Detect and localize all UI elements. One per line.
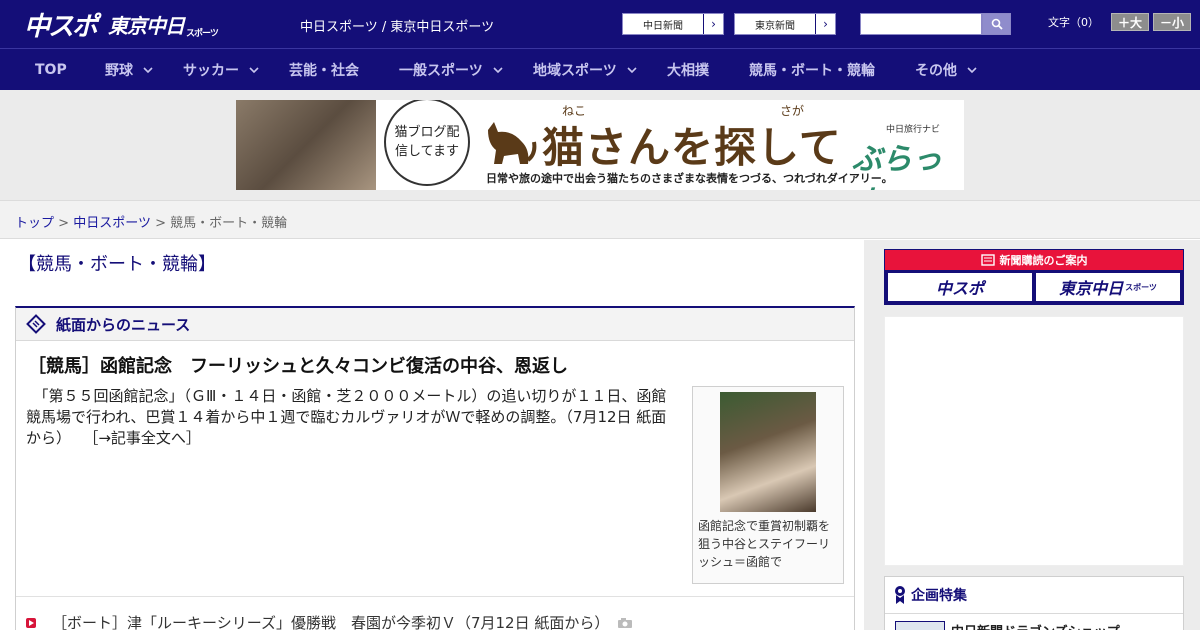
article-summary: 「第５５回函館記念」（ＧⅢ・１４日・函館・芝２０００メートル）の追い切りが１１日… [26, 387, 667, 447]
font-bigger-button[interactable]: ＋大 [1111, 13, 1149, 31]
jockey-horse-photo [720, 392, 816, 512]
article-photo[interactable]: 函館記念で重賞初制覇を狙う中谷とステイフーリッシュ＝函館で [692, 386, 844, 584]
cat-photo [236, 100, 376, 190]
feature-heading: 企画特集 [885, 577, 1183, 614]
top-header: 中スポ 東京中日 スポーツ 中日スポーツ / 東京中日スポーツ 中日新聞 › 東京… [0, 0, 1200, 48]
nav-keiba-boat-keirin[interactable]: 競馬・ボート・競輪 [749, 49, 875, 91]
logo-tokyo-chunichi: 東京中日 スポーツ [108, 13, 219, 39]
banner-title: 猫さんを探して [542, 123, 842, 172]
banner-subtitle: 日常や旅の途中で出会う猫たちのさまざまな表情をつづる、つれづれダイアリー。 [486, 172, 893, 185]
nav-other[interactable]: その他 [915, 49, 979, 91]
font-size-control: 文字（0） ＋大 －小 [1048, 13, 1191, 31]
camera-icon [618, 617, 633, 628]
subscription-box[interactable]: 新聞購読のご案内 中スポ 東京中日 スポーツ [884, 249, 1184, 305]
play-bullet-icon [26, 617, 36, 628]
nav-sumo[interactable]: 大相撲 [667, 49, 709, 91]
nav-top[interactable]: TOP [35, 49, 67, 91]
page-title: 【競馬・ボート・競輪】 [18, 254, 216, 275]
article-title[interactable]: ［競馬］函館記念 フーリッシュと久々コンビ復活の中谷、恩返し [28, 352, 568, 378]
chevron-down-icon [493, 67, 503, 74]
search-form [860, 13, 1011, 35]
nav-soccer[interactable]: サッカー [183, 49, 261, 91]
subscribe-tokyo-chunichi[interactable]: 東京中日 スポーツ [1036, 273, 1180, 301]
feature-item[interactable]: 中日新聞ドラゴンズショップ [895, 621, 1120, 630]
dragons-shop-thumbnail [895, 621, 945, 630]
banner-area: 猫ブログ配信してます ねこ さが 猫さんを探して 日常や旅の途中で出会う猫たちの… [0, 90, 1200, 200]
font-smaller-button[interactable]: －小 [1153, 13, 1191, 31]
font-size-label: 文字（0） [1048, 16, 1099, 29]
nav-entertainment[interactable]: 芸能・社会 [289, 49, 359, 91]
news-box: 紙面からのニュース ［競馬］函館記念 フーリッシュと久々コンビ復活の中谷、恩返し… [15, 306, 855, 630]
nav-baseball[interactable]: 野球 [105, 49, 155, 91]
chunichi-shimbun-link[interactable]: 中日新聞 › [622, 13, 724, 35]
cat-silhouette-icon [488, 122, 537, 164]
search-icon [991, 18, 1003, 30]
speech-bubble: 猫ブログ配信してます [384, 100, 470, 186]
chevron-down-icon [249, 67, 259, 74]
chevron-down-icon [143, 67, 153, 74]
feature-box: 企画特集 中日新聞ドラゴンズショップ [884, 576, 1184, 630]
search-button[interactable] [982, 13, 1011, 35]
newspaper-tag-icon [26, 314, 46, 334]
chevron-down-icon [967, 67, 977, 74]
breadcrumb-area: トップ > 中日スポーツ > 競馬・ボート・競輪 [0, 200, 1200, 239]
cat-blog-banner[interactable]: 猫ブログ配信してます ねこ さが 猫さんを探して 日常や旅の途中で出会う猫たちの… [236, 100, 964, 190]
site-title: 中日スポーツ / 東京中日スポーツ [300, 20, 495, 35]
breadcrumb: トップ > 中日スポーツ > 競馬・ボート・競輪 [15, 216, 288, 231]
logo-chuspo: 中スポ [24, 11, 98, 42]
breadcrumb-top[interactable]: トップ [15, 216, 54, 231]
chevron-right-icon: › [815, 14, 835, 34]
nav-local-sports[interactable]: 地域スポーツ [533, 49, 639, 91]
chevron-right-icon: › [703, 14, 723, 34]
subscribe-chuspo[interactable]: 中スポ [888, 273, 1032, 301]
photo-caption: 函館記念で重賞初制覇を狙う中谷とステイフーリッシュ＝函館で [698, 519, 831, 569]
site-logo[interactable]: 中スポ 東京中日 スポーツ [24, 8, 219, 42]
tokyo-shimbun-link[interactable]: 東京新聞 › [734, 13, 836, 35]
newspaper-icon [980, 254, 995, 266]
chevron-down-icon [627, 67, 637, 74]
subscription-heading: 新聞購読のご案内 [885, 250, 1183, 270]
search-input[interactable] [860, 13, 982, 35]
main-nav: TOP 野球 サッカー 芸能・社会 一般スポーツ 地域スポーツ 大相撲 競馬・ボ… [0, 48, 1200, 90]
ad-slot [884, 316, 1184, 566]
breadcrumb-chunichi-sports[interactable]: 中日スポーツ [73, 216, 151, 231]
list-item[interactable]: ［ボート］津「ルーキーシリーズ」優勝戦 春園が今季初Ｖ（7月12日 紙面から） [26, 612, 633, 630]
read-more-link[interactable]: ［→記事全文へ］ [91, 429, 201, 447]
banner-brand: ぶらっ人 [852, 142, 942, 190]
breadcrumb-current: 競馬・ボート・競輪 [170, 216, 288, 231]
nav-general-sports[interactable]: 一般スポーツ [399, 49, 505, 91]
ribbon-icon [895, 586, 905, 604]
divider [16, 596, 854, 597]
news-heading: 紙面からのニュース [16, 308, 854, 341]
